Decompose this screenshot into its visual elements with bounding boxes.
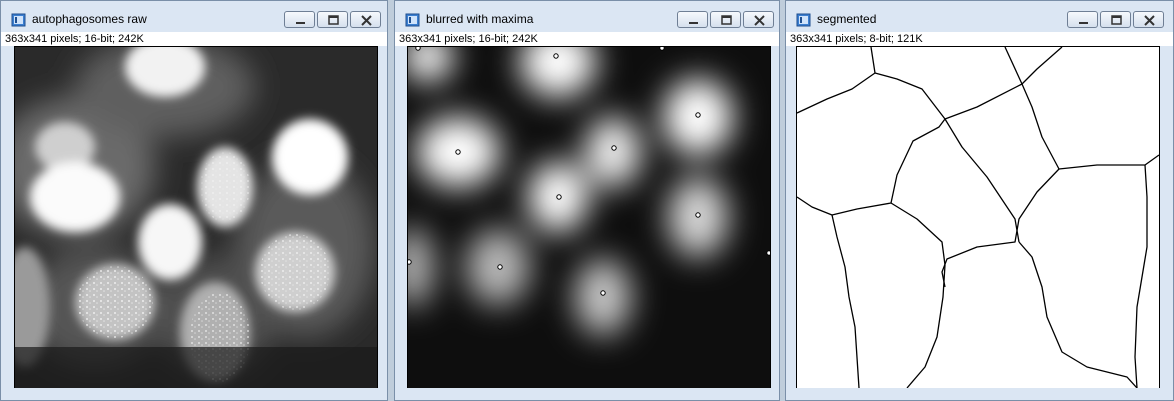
maximize-icon (721, 15, 732, 25)
minimize-button[interactable] (677, 11, 708, 28)
maximize-button[interactable] (710, 11, 741, 28)
imagej-window-icon (11, 13, 26, 27)
image-canvas-raw[interactable] (14, 46, 378, 389)
close-icon (754, 15, 765, 26)
minimize-icon (1079, 22, 1088, 24)
window-title: segmented (817, 12, 877, 26)
image-canvas-blurred[interactable] (407, 46, 771, 389)
window-title: autophagosomes raw (32, 12, 147, 26)
imagej-window-icon (405, 13, 420, 27)
minimize-button[interactable] (284, 11, 315, 28)
image-window-blurred[interactable]: blurred with maxima 363x341 pixels; 16-b… (394, 0, 780, 401)
image-info-line: 363x341 pixels; 16-bit; 242K (1, 32, 387, 46)
maximize-button[interactable] (317, 11, 348, 28)
image-info-line: 363x341 pixels; 8-bit; 121K (786, 32, 1173, 46)
minimize-icon (689, 22, 698, 24)
minimize-icon (296, 22, 305, 24)
window-titlebar[interactable]: blurred with maxima (395, 1, 779, 35)
image-window-segmented[interactable]: segmented 363x341 pixels; 8-bit; 121K (785, 0, 1174, 401)
image-window-raw[interactable]: autophagosomes raw 363x341 pixels; 16-bi… (0, 0, 388, 401)
close-button[interactable] (743, 11, 774, 28)
maximize-icon (328, 15, 339, 25)
close-icon (1144, 15, 1155, 26)
close-button[interactable] (1133, 11, 1164, 28)
window-titlebar[interactable]: segmented (786, 1, 1173, 35)
close-icon (361, 15, 372, 26)
window-titlebar[interactable]: autophagosomes raw (1, 1, 387, 35)
imagej-window-icon (796, 13, 811, 27)
window-title: blurred with maxima (426, 12, 534, 26)
minimize-button[interactable] (1067, 11, 1098, 28)
image-info-line: 363x341 pixels; 16-bit; 242K (395, 32, 779, 46)
maximize-button[interactable] (1100, 11, 1131, 28)
close-button[interactable] (350, 11, 381, 28)
maximize-icon (1111, 15, 1122, 25)
image-canvas-segmented[interactable] (796, 46, 1160, 389)
